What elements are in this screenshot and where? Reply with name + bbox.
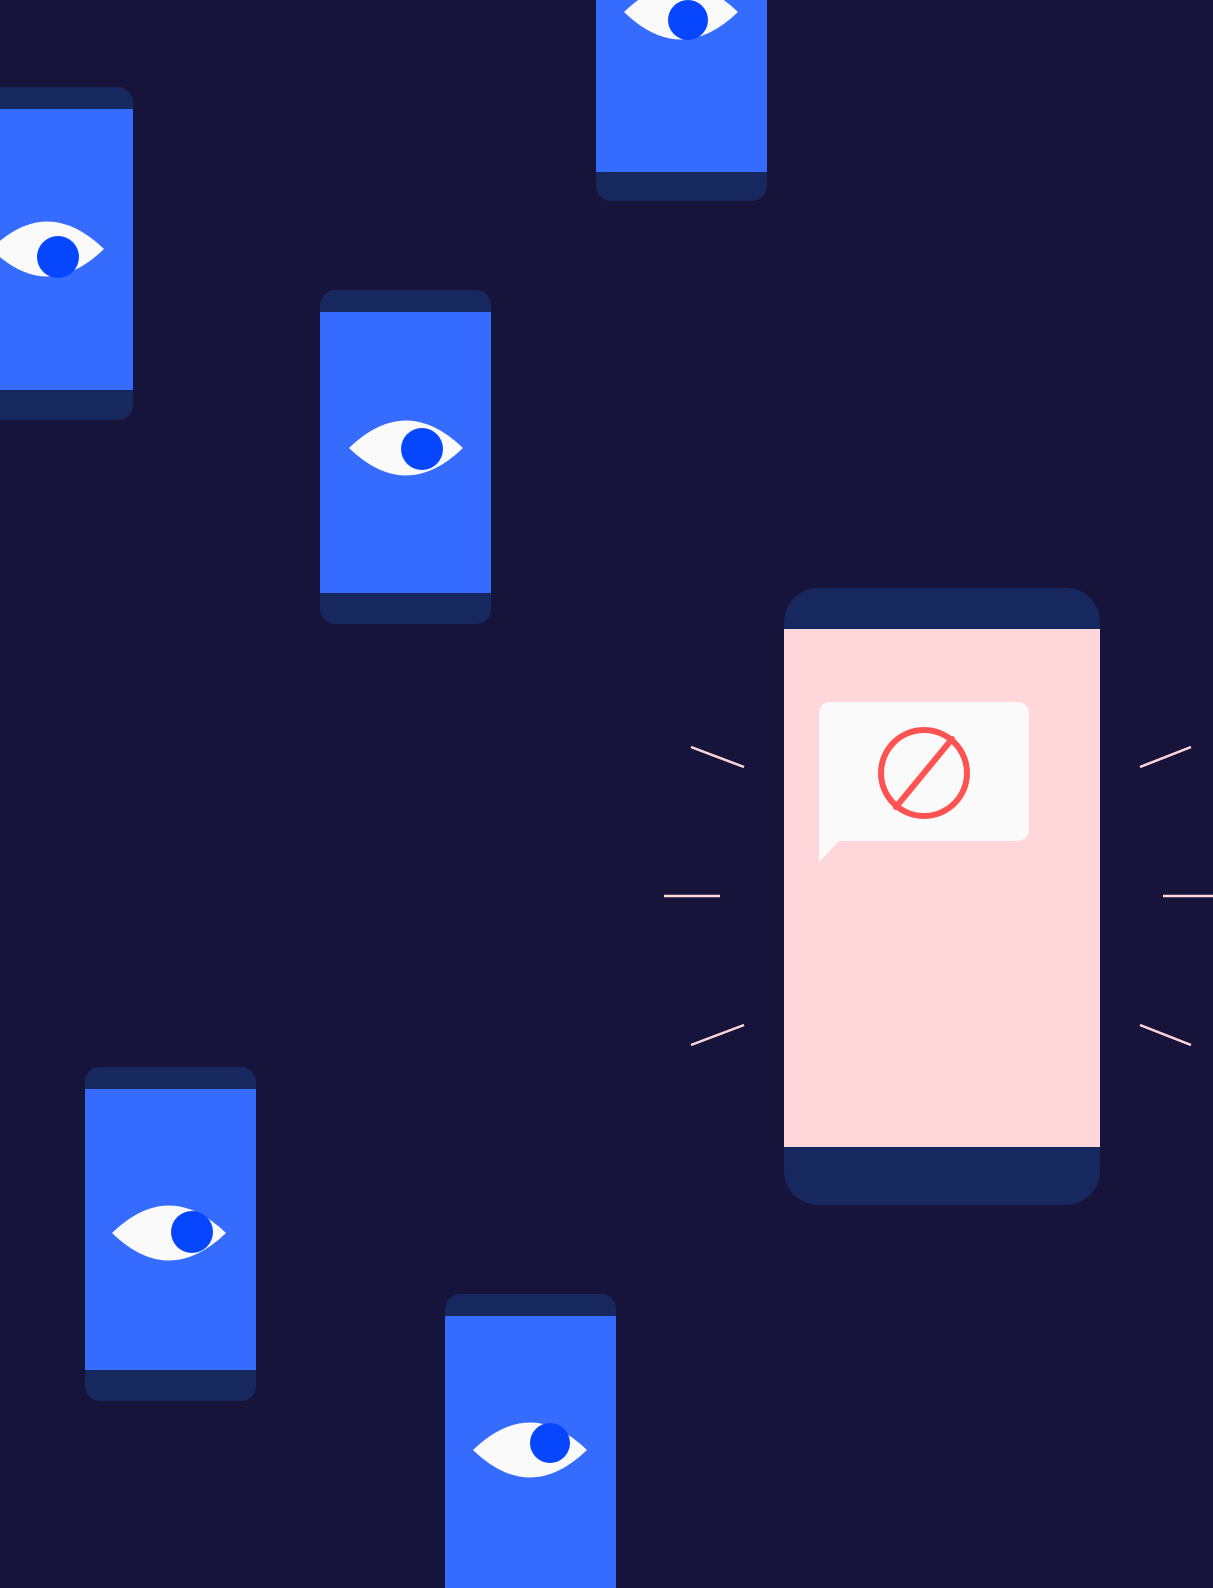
watching-phone xyxy=(0,87,133,420)
pupil xyxy=(401,428,443,470)
vibration-line xyxy=(690,1023,745,1047)
speech-bubble-icon xyxy=(819,702,1029,862)
pupil xyxy=(530,1423,570,1463)
pupil xyxy=(668,0,708,40)
vibration-line xyxy=(690,745,745,769)
pupil xyxy=(171,1211,213,1253)
watching-phone xyxy=(596,0,767,201)
watching-phone xyxy=(320,290,491,624)
watching-phone xyxy=(85,1067,256,1401)
pupil xyxy=(37,236,79,278)
illustration-canvas xyxy=(0,0,1213,1588)
vibration-line xyxy=(1139,1023,1192,1047)
blocked-phone xyxy=(784,588,1100,1205)
illustration-svg xyxy=(0,0,1213,1588)
watching-phone xyxy=(445,1294,616,1588)
vibration-line xyxy=(1139,745,1192,769)
